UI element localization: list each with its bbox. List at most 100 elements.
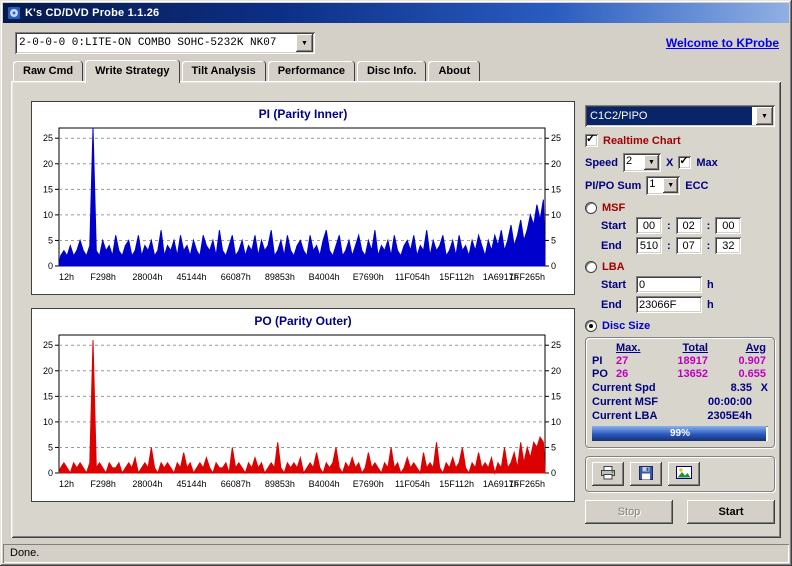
- window-title: K's CD/DVD Probe 1.1.26: [25, 7, 160, 19]
- max-speed-checkbox[interactable]: ✓: [678, 155, 692, 169]
- msf-separator: :: [706, 239, 711, 252]
- current-lba-unit: [752, 410, 768, 422]
- msf-start-min-input[interactable]: [636, 217, 662, 234]
- svg-text:B4004h: B4004h: [309, 272, 340, 282]
- msf-separator: :: [667, 239, 671, 252]
- welcome-link[interactable]: Welcome to KProbe: [666, 36, 779, 50]
- msf-end-frame-input[interactable]: [715, 237, 742, 254]
- progress-text: 99%: [669, 428, 690, 439]
- msf-radio[interactable]: [585, 202, 597, 214]
- lba-start-input[interactable]: [636, 276, 702, 293]
- speed-combo-dropdown-button[interactable]: ▼: [644, 155, 660, 170]
- svg-text:0: 0: [551, 261, 556, 271]
- svg-text:20: 20: [551, 159, 561, 169]
- current-speed-row: Current Spd 8.35 X: [592, 382, 768, 394]
- save-image-button[interactable]: [668, 462, 700, 486]
- lba-start-row: Start h: [601, 276, 775, 293]
- svg-text:12h: 12h: [59, 479, 74, 489]
- stop-button[interactable]: Stop: [585, 500, 673, 524]
- drive-combo-dropdown-button[interactable]: ▼: [296, 34, 313, 52]
- realtime-chart-label: Realtime Chart: [603, 134, 681, 147]
- speed-x-label: X: [666, 156, 674, 169]
- msf-end-row: End : :: [601, 237, 775, 254]
- lba-end-unit: h: [707, 298, 714, 311]
- stats-po-avg: 0.655: [738, 368, 766, 380]
- stats-header-max: Max.: [616, 342, 641, 354]
- disc-size-label: Disc Size: [602, 320, 651, 332]
- svg-text:45144h: 45144h: [177, 272, 207, 282]
- svg-text:0: 0: [48, 261, 53, 271]
- msf-end-min-input[interactable]: [636, 237, 662, 254]
- svg-text:5: 5: [48, 442, 53, 452]
- lba-label: LBA: [602, 261, 625, 273]
- stats-pi-total: 18917: [677, 355, 708, 367]
- disc-size-radio-row: Disc Size: [585, 320, 775, 332]
- msf-start-sec-input[interactable]: [675, 217, 702, 234]
- msf-end-sec-input[interactable]: [675, 237, 702, 254]
- current-speed-unit: X: [760, 382, 768, 394]
- speed-combo[interactable]: 2 ▼: [623, 153, 662, 172]
- svg-text:B4004h: B4004h: [309, 479, 340, 489]
- actions-group: [585, 456, 775, 492]
- svg-text:15: 15: [43, 184, 53, 194]
- msf-label: MSF: [602, 202, 626, 214]
- msf-start-frame-input[interactable]: [715, 217, 742, 234]
- mode-combo-dropdown-button[interactable]: ▼: [756, 107, 773, 125]
- check-icon: ✓: [586, 133, 596, 145]
- progress-bar: 99%: [592, 426, 768, 441]
- tab-performance[interactable]: Performance: [267, 61, 355, 81]
- svg-text:10: 10: [43, 210, 53, 220]
- stats-pi-label: PI: [592, 355, 603, 367]
- stats-table: Max. Total Avg PI 27 18917 0.907 PO 26 1…: [592, 342, 768, 380]
- svg-text:28004h: 28004h: [132, 479, 162, 489]
- lba-start-unit: h: [707, 278, 714, 291]
- stats-panel: Max. Total Avg PI 27 18917 0.907 PO 26 1…: [585, 337, 775, 448]
- svg-text:F298h: F298h: [90, 272, 116, 282]
- current-lba-value: 2305E4h: [707, 410, 752, 422]
- control-panel: C1C2/PIPO ▼ ✓ Realtime Chart Speed 2 ▼ X…: [585, 101, 775, 538]
- tab-disc-info[interactable]: Disc Info.: [356, 61, 427, 81]
- save-button[interactable]: [630, 462, 662, 486]
- stats-pi-avg: 0.907: [738, 355, 766, 367]
- tab-about[interactable]: About: [428, 61, 481, 81]
- lba-radio[interactable]: [585, 261, 597, 273]
- charts-area: PI (Parity Inner) 0 0 5 5 10 10 15 15 20 20 25 25 12…: [31, 101, 575, 538]
- lba-start-label: Start: [601, 278, 627, 291]
- pi-chart-panel: PI (Parity Inner) 0 0 5 5 10 10 15 15 20 20 25 25 12…: [31, 101, 575, 295]
- realtime-chart-checkbox[interactable]: ✓: [585, 133, 598, 147]
- tab-raw-cmd[interactable]: Raw Cmd: [13, 61, 84, 81]
- lba-radio-row: LBA: [585, 261, 775, 273]
- print-button[interactable]: [592, 462, 624, 486]
- svg-text:15: 15: [551, 184, 561, 194]
- svg-text:0: 0: [48, 468, 53, 478]
- svg-text:0: 0: [551, 468, 556, 478]
- svg-text:15: 15: [43, 391, 53, 401]
- svg-text:66087h: 66087h: [221, 272, 251, 282]
- svg-text:25: 25: [43, 340, 53, 350]
- drive-combo-value: 2-0-0-0 0:LITE-ON COMBO SOHC-5232K NK07: [19, 37, 277, 49]
- pipo-sum-combo[interactable]: 1 ▼: [646, 176, 681, 195]
- svg-text:1FF265h: 1FF265h: [509, 272, 545, 282]
- pipo-sum-combo-value: 1: [649, 178, 656, 190]
- start-button[interactable]: Start: [687, 500, 775, 524]
- mode-combo[interactable]: C1C2/PIPO ▼: [585, 105, 775, 127]
- svg-text:45144h: 45144h: [177, 479, 207, 489]
- svg-text:10: 10: [551, 417, 561, 427]
- titlebar[interactable]: K's CD/DVD Probe 1.1.26: [3, 3, 789, 23]
- speed-row: Speed 2 ▼ X ✓ Max: [585, 153, 775, 172]
- drive-combo[interactable]: 2-0-0-0 0:LITE-ON COMBO SOHC-5232K NK07 …: [15, 32, 315, 54]
- tab-tilt-analysis[interactable]: Tilt Analysis: [181, 61, 266, 81]
- current-msf-row: Current MSF 00:00:00: [592, 396, 768, 408]
- pi-chart-title: PI (Parity Inner): [258, 107, 348, 121]
- current-msf-label: Current MSF: [592, 396, 658, 408]
- lba-end-input[interactable]: [636, 296, 702, 313]
- stats-header-avg: Avg: [745, 342, 766, 354]
- tab-write-strategy[interactable]: Write Strategy: [85, 60, 180, 83]
- msf-separator: :: [667, 219, 671, 232]
- stats-po-label: PO: [592, 368, 608, 380]
- msf-start-row: Start : :: [601, 217, 775, 234]
- pipo-sum-combo-dropdown-button[interactable]: ▼: [663, 178, 679, 193]
- svg-text:11F054h: 11F054h: [395, 272, 430, 282]
- disc-size-radio[interactable]: [585, 320, 597, 332]
- po-chart-title: PO (Parity Outer): [254, 314, 352, 328]
